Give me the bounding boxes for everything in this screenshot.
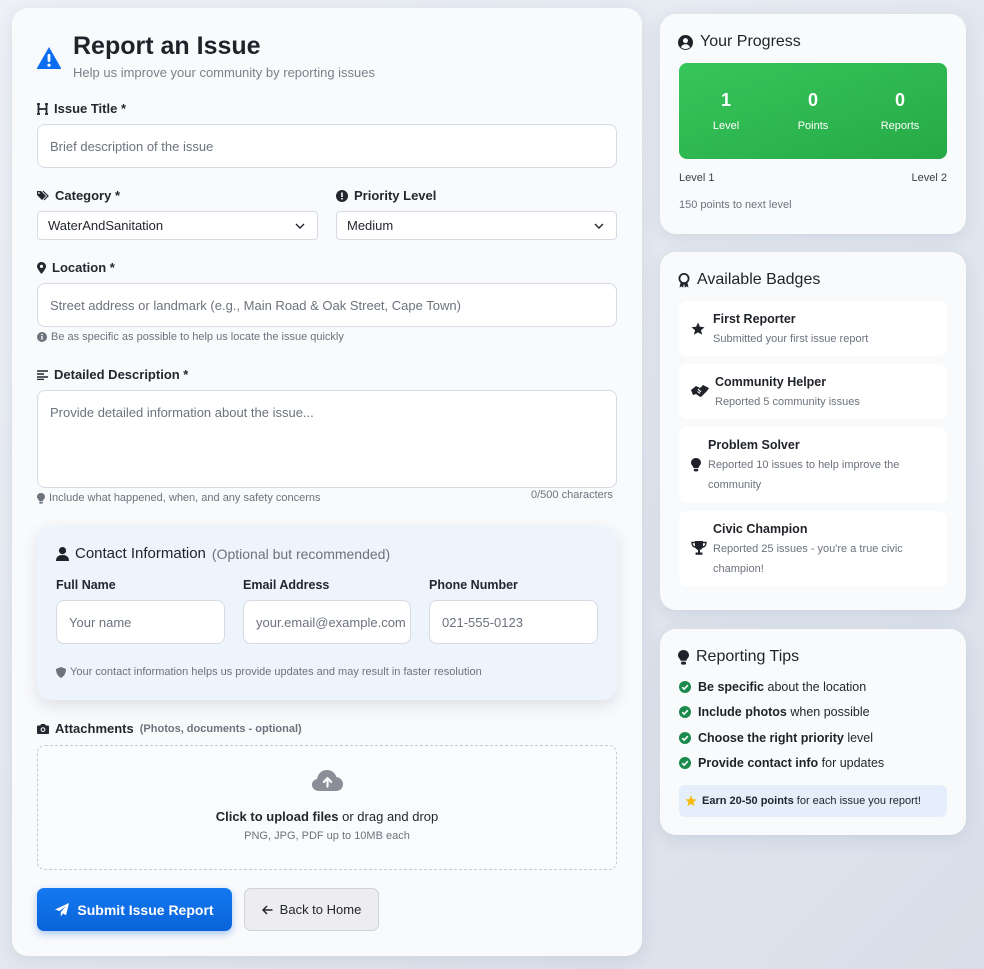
align-left-icon — [37, 369, 48, 380]
description-textarea[interactable]: Provide detailed information about the i… — [37, 390, 617, 488]
star-icon — [685, 795, 697, 806]
tags-icon — [37, 190, 49, 201]
full-name-input[interactable]: Your name — [56, 600, 225, 644]
tip-item: Provide contact info for updates — [679, 756, 884, 770]
check-circle-icon — [679, 757, 691, 769]
star-icon — [691, 322, 705, 335]
tip-item: Choose the right priority level — [679, 731, 873, 745]
lightbulb-icon — [678, 649, 689, 665]
check-circle-icon — [679, 706, 691, 718]
user-icon — [56, 546, 69, 561]
priority-label: Priority Level — [336, 188, 436, 203]
category-label: Category * — [37, 188, 120, 203]
page-subtitle: Help us improve your community by report… — [73, 65, 376, 80]
upload-formats: PNG, JPG, PDF up to 10MB each — [244, 830, 410, 842]
tips-card: Reporting Tips Be specific about the loc… — [660, 629, 966, 835]
back-to-home-button[interactable]: Back to Home — [244, 888, 379, 931]
arrow-left-icon — [261, 904, 273, 915]
check-circle-icon — [679, 681, 691, 693]
map-pin-icon — [37, 261, 46, 274]
points-callout: Earn 20-50 points for each issue you rep… — [679, 785, 947, 817]
progress-card: Your Progress 1 Level 0 Points 0 Reports… — [660, 14, 966, 234]
level-from: Level 1 — [679, 172, 715, 184]
trophy-icon — [691, 541, 707, 555]
badge-civic-champion: Civic Champion Reported 25 issues - you'… — [679, 511, 947, 586]
submit-issue-button[interactable]: Submit Issue Report — [37, 888, 232, 931]
chevron-down-icon — [295, 223, 305, 229]
user-circle-icon — [678, 34, 693, 50]
issue-title-input[interactable]: Brief description of the issue — [37, 124, 617, 168]
upload-text: Click to upload files or drag and drop — [215, 809, 439, 824]
badge-community-helper: Community Helper Reported 5 community is… — [679, 364, 947, 419]
email-input[interactable]: your.email@example.com — [243, 600, 411, 644]
category-select[interactable]: WaterAndSanitation — [37, 211, 318, 240]
lightbulb-icon — [691, 458, 701, 472]
report-form-card: Report an Issue Help us improve your com… — [12, 8, 642, 956]
phone-label: Phone Number — [429, 578, 518, 592]
check-circle-icon — [679, 732, 691, 744]
badge-first-reporter: First Reporter Submitted your first issu… — [679, 301, 947, 356]
badge-problem-solver: Problem Solver Reported 10 issues to hel… — [679, 427, 947, 503]
location-hint: Be as specific as possible to help us lo… — [37, 331, 344, 343]
location-label: Location * — [37, 260, 115, 275]
stat-reports: 0 Reports — [880, 90, 920, 132]
stat-level: 1 Level — [712, 90, 740, 132]
phone-input[interactable]: 021-555-0123 — [429, 600, 598, 644]
issue-title-label: Issue Title * — [37, 101, 126, 116]
exclamation-circle-icon — [336, 189, 348, 202]
tip-item: Be specific about the location — [679, 680, 866, 694]
progress-title: Your Progress — [678, 33, 801, 51]
page-title: Report an Issue — [73, 32, 261, 60]
full-name-label: Full Name — [56, 578, 116, 592]
file-dropzone[interactable]: Click to upload files or drag and drop P… — [37, 745, 617, 870]
contact-info-section: Contact Information (Optional but recomm… — [37, 526, 617, 700]
badges-title: Available Badges — [678, 271, 820, 289]
shield-icon — [56, 666, 66, 678]
description-hint: Include what happened, when, and any saf… — [37, 492, 321, 504]
lightbulb-icon — [37, 492, 45, 504]
camera-icon — [37, 723, 49, 734]
priority-select[interactable]: Medium — [336, 211, 617, 240]
contact-note: Your contact information helps us provid… — [56, 666, 482, 678]
contact-title: Contact Information (Optional but recomm… — [56, 545, 390, 562]
award-icon — [678, 272, 690, 288]
heading-icon — [37, 102, 48, 115]
char-counter: 0/500 characters — [531, 489, 613, 501]
location-input[interactable]: Street address or landmark (e.g., Main R… — [37, 283, 617, 327]
tip-item: Include photos when possible — [679, 705, 870, 719]
description-label: Detailed Description * — [37, 367, 188, 382]
stat-points: 0 Points — [797, 90, 829, 132]
chevron-down-icon — [594, 223, 604, 229]
warning-icon — [36, 47, 62, 69]
cloud-upload-icon — [312, 770, 343, 791]
next-level-text: 150 points to next level — [679, 199, 792, 211]
info-icon — [37, 332, 47, 342]
level-to: Level 2 — [911, 172, 947, 184]
tips-title: Reporting Tips — [678, 648, 799, 666]
badges-card: Available Badges First Reporter Submitte… — [660, 252, 966, 610]
email-label: Email Address — [243, 578, 330, 592]
attachments-label: Attachments (Photos, documents - optiona… — [37, 721, 302, 736]
paper-plane-icon — [55, 902, 70, 916]
progress-stats: 1 Level 0 Points 0 Reports — [679, 63, 947, 159]
handshake-icon — [691, 385, 709, 397]
